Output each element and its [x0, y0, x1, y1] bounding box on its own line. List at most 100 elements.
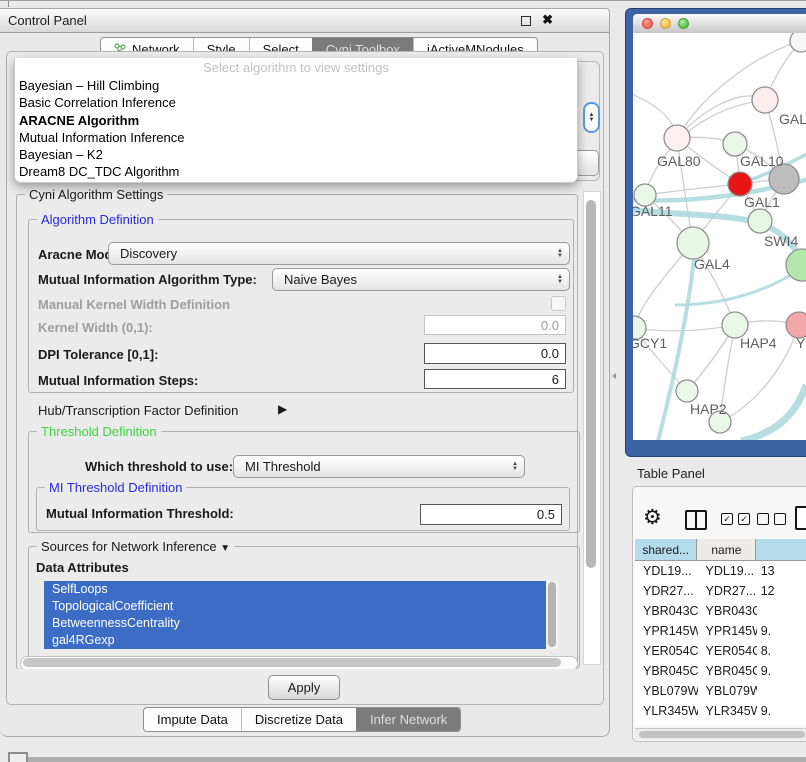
focused-combo-spinner[interactable]: ▲ ▼ [583, 102, 600, 133]
table-cell: YBL079W [698, 684, 757, 698]
table-cell: YBR045C [698, 664, 757, 678]
mi-steps-field[interactable]: 6 [424, 369, 566, 389]
combo-arrows-icon: ▲▼ [557, 243, 563, 264]
attributes-scrollbar[interactable] [546, 581, 558, 649]
table-header-row: shared...name [635, 539, 806, 561]
collapse-down-icon[interactable]: ▼ [220, 543, 230, 554]
algorithm-option[interactable]: Bayesian – Hill Climbing [15, 77, 577, 94]
top-tick [8, 1, 9, 7]
network-node-label: GAL4 [694, 256, 730, 272]
network-node[interactable] [752, 87, 778, 113]
tab-discretize-data[interactable]: Discretize Data [241, 708, 356, 731]
minimized-panel-icon[interactable] [8, 752, 28, 762]
mi-threshold-group-title: MI Threshold Definition [45, 480, 186, 495]
table-row[interactable]: YIL052CYIL052C9 [635, 721, 806, 725]
apply-button[interactable]: Apply [268, 675, 340, 700]
settings-vscrollbar[interactable] [583, 191, 601, 665]
data-attribute-item[interactable]: TopologicalCoefficient [44, 598, 546, 615]
table-column-header[interactable] [756, 539, 806, 561]
mi-type-label: Mutual Information Algorithm Type: [38, 272, 257, 287]
bottom-window-strip [28, 757, 806, 762]
tab-infer-network[interactable]: Infer Network [356, 708, 460, 731]
manual-kernel-checkbox[interactable] [551, 296, 566, 311]
table-hscrollbar[interactable] [635, 728, 806, 740]
network-node[interactable] [664, 125, 690, 151]
mi-type-combo[interactable]: Naive Bayes ▲▼ [272, 268, 570, 291]
algorithm-option[interactable]: Basic Correlation Inference [15, 94, 577, 111]
kernel-width-field[interactable]: 0.0 [424, 315, 566, 335]
mi-threshold-field[interactable]: 0.5 [420, 504, 562, 525]
table-cell: YIL052C [698, 724, 757, 725]
dpi-tolerance-label: DPI Tolerance [0,1]: [38, 347, 158, 362]
network-node[interactable] [676, 380, 698, 402]
network-view-window: GALGAL80GAL10GAL1GAL11SWI4GAL4GCY1HAP4YH… [625, 8, 806, 457]
tab-impute-data[interactable]: Impute Data [144, 708, 241, 731]
table-cell: YIL052C [635, 724, 698, 725]
minimize-traffic-light-icon[interactable] [660, 18, 671, 29]
data-attribute-item[interactable]: gal4RGexp [44, 632, 546, 649]
table-cell: YBR045C [635, 664, 698, 678]
select-all-checkboxes-icon[interactable]: ✓✓ [721, 513, 750, 525]
algorithm-option[interactable]: ARACNE Algorithm [15, 112, 577, 129]
screenshot-stage: Control Panel ✖ NetworkStyleSelectCyni T… [0, 0, 806, 762]
table-hscroll-thumb[interactable] [639, 731, 805, 738]
table-row[interactable]: YLR345WYLR345W9. [635, 701, 806, 721]
table-row[interactable]: YBL079WYBL079W [635, 681, 806, 701]
table-column-header[interactable]: name [697, 539, 756, 561]
dpi-tolerance-field[interactable]: 0.0 [424, 343, 566, 364]
network-node-label: GAL1 [744, 194, 780, 210]
dpi-tolerance-value: 0.0 [541, 346, 559, 361]
settings-hscrollbar[interactable] [20, 656, 578, 669]
table-row[interactable]: YDL19...YDL19...13 [635, 561, 806, 581]
network-node-label: GAL [779, 111, 806, 127]
network-canvas[interactable]: GALGAL80GAL10GAL1GAL11SWI4GAL4GCY1HAP4YH… [633, 33, 806, 440]
table-row[interactable]: YBR043CYBR043C [635, 601, 806, 621]
network-node[interactable] [748, 209, 772, 233]
network-node-label: Y [796, 335, 806, 351]
deselect-all-checkboxes-icon[interactable] [757, 513, 786, 525]
network-node[interactable] [728, 172, 752, 196]
zoom-traffic-light-icon[interactable] [678, 18, 689, 29]
attributes-scroll-thumb[interactable] [548, 582, 556, 647]
table-cell: YPR145W [635, 624, 698, 638]
table-cell: YER054C [698, 644, 757, 658]
close-icon[interactable]: ✖ [542, 12, 553, 28]
table-cell: YBL079W [635, 684, 698, 698]
kernel-width-value: 0.0 [541, 318, 559, 333]
algorithm-option[interactable]: Bayesian – K2 [15, 146, 577, 163]
table-cell: 9. [757, 664, 806, 678]
data-attribute-item[interactable]: BetweennessCentrality [44, 615, 546, 632]
settings-vscroll-thumb[interactable] [586, 200, 596, 568]
which-threshold-combo[interactable]: MI Threshold ▲▼ [233, 455, 525, 478]
table-column-header[interactable]: shared... [635, 539, 697, 561]
kernel-width-label: Kernel Width (0,1): [38, 320, 153, 335]
algorithm-option[interactable]: Dream8 DC_TDC Algorithm [15, 163, 577, 180]
page-icon[interactable] [795, 506, 806, 530]
table-row[interactable]: YPR145WYPR145W9. [635, 621, 806, 641]
float-window-icon[interactable] [521, 16, 531, 26]
data-attribute-item[interactable]: SelfLoops [44, 581, 546, 598]
table-row[interactable]: YBR045CYBR045C9. [635, 661, 806, 681]
gear-icon[interactable]: ⚙ [643, 505, 662, 530]
network-node[interactable] [677, 227, 709, 259]
control-panel-window: Control Panel ✖ NetworkStyleSelectCyni T… [0, 8, 610, 737]
table-row[interactable]: YDR27...YDR27...12 [635, 581, 806, 601]
threshold-definition-title: Threshold Definition [37, 424, 161, 439]
settings-hscroll-thumb[interactable] [23, 658, 561, 667]
network-node-label: GCY1 [633, 335, 667, 351]
algorithm-option[interactable]: Mutual Information Inference [15, 129, 577, 146]
table-cell: YDR27... [698, 584, 757, 598]
column-layout-icon[interactable] [685, 510, 707, 530]
table-cell: 12 [757, 584, 806, 598]
close-traffic-light-icon[interactable] [642, 18, 653, 29]
aracne-mode-combo[interactable]: Discovery ▲▼ [108, 242, 570, 265]
network-node[interactable] [790, 33, 806, 52]
data-attributes-list: SelfLoopsTopologicalCoefficientBetweenne… [44, 581, 558, 649]
mi-threshold-label: Mutual Information Threshold: [46, 506, 234, 521]
split-pane-handle[interactable] [612, 373, 616, 379]
expand-right-icon[interactable]: ▶ [278, 402, 287, 416]
which-threshold-label: Which threshold to use: [85, 459, 233, 474]
attribute-items: SelfLoopsTopologicalCoefficientBetweenne… [44, 581, 546, 649]
table-row[interactable]: YER054CYER054C8. [635, 641, 806, 661]
cyni-settings-group-title: Cyni Algorithm Settings [25, 187, 167, 202]
